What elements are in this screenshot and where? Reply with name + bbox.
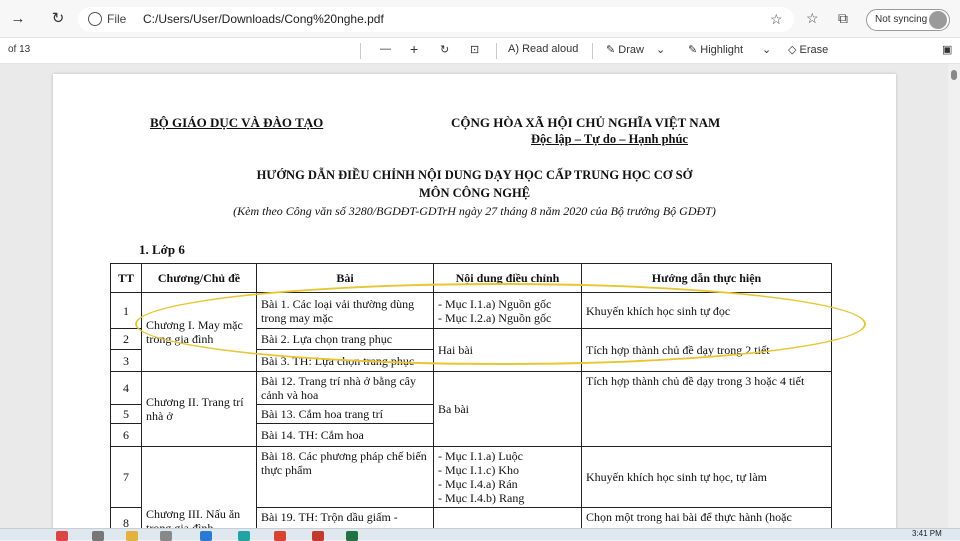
table-row: 7 Chương III. Nấu ăn trong gia đình Bài … [110, 446, 832, 534]
zoom-out-icon[interactable]: — [380, 43, 391, 55]
page-count: of 13 [8, 44, 31, 55]
scheme-label: File [107, 12, 127, 26]
cell-lesson: Bài 12. Trang trí nhà ở bằng cây cảnh và… [256, 371, 434, 405]
read-aloud-icon: A) [508, 43, 519, 55]
collections-icon[interactable]: ⧉ [838, 10, 848, 27]
scrollbar[interactable] [948, 64, 960, 528]
doc-subject: MÔN CÔNG NGHỆ [418, 186, 531, 200]
eraser-icon: ◇ [788, 44, 797, 56]
cell-lesson: Bài 3. TH: Lựa chọn trang phục [256, 349, 434, 372]
doc-title: HƯỚNG DẪN ĐIỀU CHỈNH NỘI DUNG DẠY HỌC CẤ… [256, 168, 693, 182]
cell-tt: 6 [110, 423, 142, 447]
national-header: CỘNG HÒA XÃ HỘI CHỦ NGHĨA VIỆT NAM [451, 115, 721, 130]
read-aloud-button[interactable]: A) Read aloud [508, 43, 578, 55]
cell-guide: Khuyến khích học sinh tự đọc [581, 292, 832, 329]
info-icon[interactable] [88, 12, 102, 26]
pen-icon: ✎ [606, 44, 616, 56]
cell-tt: 2 [110, 328, 142, 350]
scrollbar-thumb[interactable] [951, 70, 957, 80]
url-text[interactable]: C:/Users/User/Downloads/Cong%20nghe.pdf [143, 12, 384, 26]
favorite-star-icon[interactable]: ☆ [770, 11, 783, 28]
cell-adjust: - Mục I.1.a) Nguồn gốc - Mục I.2.a) Nguồ… [433, 292, 582, 329]
highlight-button[interactable]: ✎ Highlight [688, 43, 743, 56]
cell-guide: Khuyến khích học sinh tự học, tự làm [581, 446, 832, 508]
refresh-icon[interactable]: ↻ [48, 9, 68, 29]
highlight-label: Highlight [700, 44, 744, 56]
sync-status: Not syncing [875, 14, 928, 25]
avatar-icon [929, 11, 947, 29]
divider [496, 43, 497, 59]
cell-chapter: Chương III. Nấu ăn trong gia đình [141, 446, 257, 534]
divider [360, 43, 361, 59]
taskbar-clock[interactable]: 3:41 PM [912, 529, 942, 538]
draw-label: Draw [618, 44, 644, 56]
col-header: Bài [256, 263, 434, 293]
table-row: 4 Chương II. Trang trí nhà ở Bài 12. Tra… [110, 371, 832, 447]
address-bar[interactable]: File C:/Users/User/Downloads/Cong%20nghe… [78, 7, 794, 32]
cell-tt: 5 [110, 404, 142, 424]
cell-lesson: Bài 1. Các loại vải thường dùng trong ma… [256, 292, 434, 329]
adjustment-table: TT Chương/Chủ đề Bài Nội dung điều chỉnh… [110, 263, 832, 534]
pdf-page: BỘ GIÁO DỤC VÀ ĐÀO TẠO CỘNG HÒA XÃ HỘI C… [53, 74, 896, 534]
table-header-row: TT Chương/Chủ đề Bài Nội dung điều chỉnh… [110, 263, 832, 293]
browser-toolbar: → ↻ File C:/Users/User/Downloads/Cong%20… [0, 0, 960, 38]
cell-lesson: Bài 18. Các phương pháp chế biến thực ph… [256, 446, 434, 508]
profile-sync-button[interactable]: Not syncing [866, 9, 950, 31]
cell-lesson: Bài 13. Cắm hoa trang trí [256, 404, 434, 424]
cell-adjust: Ba bài [433, 371, 582, 447]
cell-guide: Tích hợp thành chủ đề dạy trong 3 hoặc 4… [581, 371, 832, 447]
cell-chapter: Chương II. Trang trí nhà ở [141, 371, 257, 447]
erase-button[interactable]: ◇ Erase [788, 43, 828, 56]
draw-options-chevron-icon[interactable]: ⌄ [656, 43, 665, 56]
ministry-header: BỘ GIÁO DỤC VÀ ĐÀO TẠO [150, 115, 324, 130]
col-header: Nội dung điều chỉnh [433, 263, 582, 293]
back-icon[interactable]: → [8, 9, 28, 29]
divider [592, 43, 593, 59]
highlighter-icon: ✎ [688, 44, 698, 56]
cell-adjust: Hai bài [433, 328, 582, 372]
cell-guide: Tích hợp thành chủ đề dạy trong 2 tiết [581, 328, 832, 372]
pdf-viewer[interactable]: BỘ GIÁO DỤC VÀ ĐÀO TẠO CỘNG HÒA XÃ HỘI C… [0, 64, 960, 534]
col-header: Chương/Chủ đề [141, 263, 257, 293]
favorites-icon[interactable]: ☆ [806, 10, 819, 27]
col-header: TT [110, 263, 142, 293]
fit-page-icon[interactable]: ⊡ [470, 43, 479, 56]
erase-label: Erase [799, 44, 829, 56]
doc-reference: (Kèm theo Công văn số 3280/BGDĐT-GDTrH n… [233, 204, 716, 218]
col-header: Hướng dẫn thực hiện [581, 263, 832, 293]
cell-tt: 1 [110, 292, 142, 329]
read-aloud-label: Read aloud [522, 43, 579, 55]
pdf-toolbar: of 13 — + ↻ ⊡ A) Read aloud ✎ Draw ⌄ ✎ H… [0, 38, 960, 64]
cell-lesson: Bài 2. Lựa chọn trang phục [256, 328, 434, 350]
cell-chapter: Chương I. May mặc trong gia đình [141, 292, 257, 372]
draw-button[interactable]: ✎ Draw [606, 43, 644, 56]
cell-tt: 3 [110, 349, 142, 372]
cell-adjust: - Mục I.1.a) Luộc - Mục I.1.c) Kho - Mục… [433, 446, 582, 508]
save-icon[interactable]: ▣ [942, 43, 952, 56]
taskbar: 3:41 PM [0, 528, 960, 541]
cell-tt: 7 [110, 446, 142, 508]
cell-lesson: Bài 14. TH: Cắm hoa [256, 423, 434, 447]
cell-tt: 4 [110, 371, 142, 405]
section-heading: 1. Lớp 6 [139, 242, 185, 257]
motto: Độc lập – Tự do – Hạnh phúc [531, 132, 688, 146]
zoom-in-icon[interactable]: + [410, 41, 418, 57]
table-row: 1 Chương I. May mặc trong gia đình Bài 1… [110, 292, 832, 372]
rotate-icon[interactable]: ↻ [440, 43, 449, 56]
highlight-options-chevron-icon[interactable]: ⌄ [762, 43, 771, 56]
